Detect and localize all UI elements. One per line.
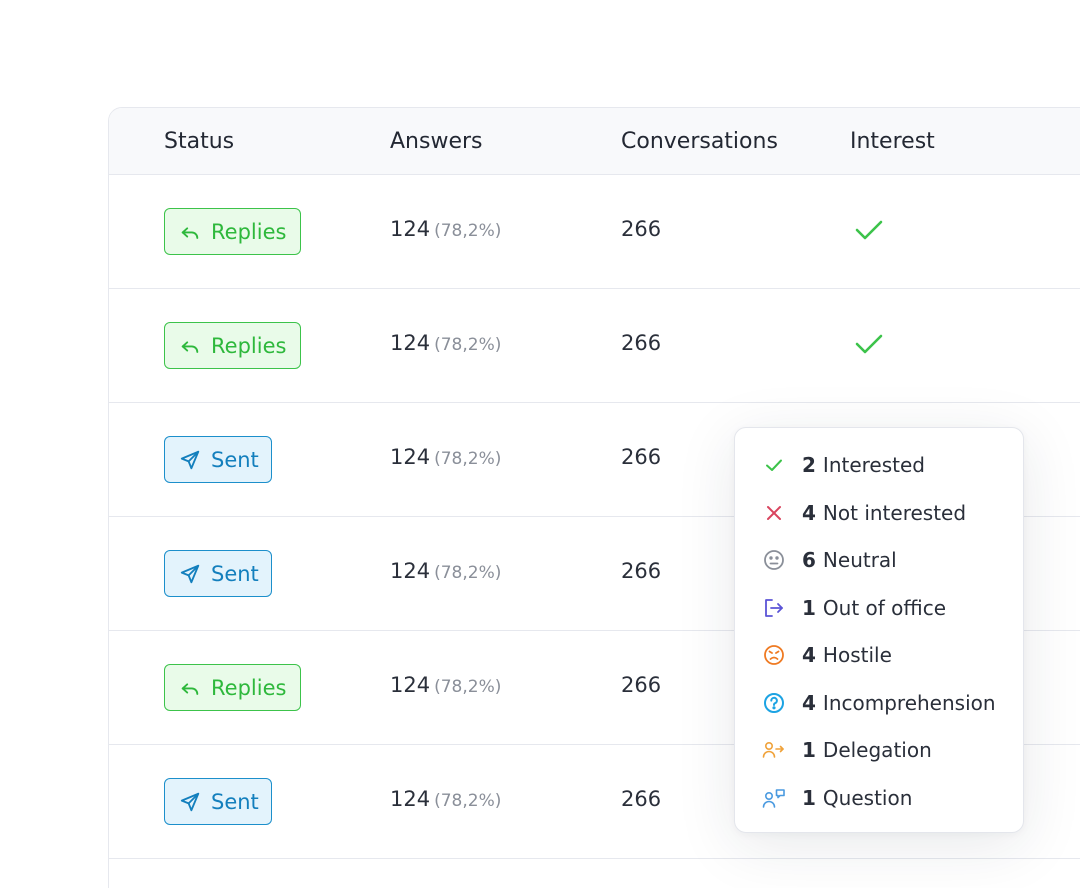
- status-badge-sent[interactable]: Sent: [164, 550, 272, 597]
- table-row[interactable]: Replies 124 (78,2%) 266: [109, 175, 1080, 289]
- x-icon: [762, 501, 786, 525]
- item-count: 6: [802, 548, 816, 572]
- status-label: Sent: [211, 447, 259, 472]
- user-chat-icon: [762, 786, 786, 810]
- conversations-cell: 266: [621, 217, 662, 241]
- item-label: Incomprehension: [822, 691, 996, 715]
- reply-icon: [181, 340, 199, 353]
- column-header-answers[interactable]: Answers: [390, 129, 483, 154]
- popover-item-question[interactable]: 1 Question: [762, 783, 912, 813]
- item-label: Question: [822, 786, 913, 810]
- conversations-cell: 266: [621, 445, 662, 469]
- status-badge-replies[interactable]: Replies: [164, 664, 301, 711]
- column-header-conversations[interactable]: Conversations: [621, 129, 778, 154]
- item-count: 1: [802, 738, 816, 762]
- user-forward-icon: [762, 738, 786, 762]
- logout-icon: [762, 596, 786, 620]
- popover-item-hostile[interactable]: 4 Hostile: [762, 640, 892, 670]
- answers-percent: (78,2%): [434, 449, 502, 469]
- item-label: Out of office: [822, 596, 947, 620]
- status-label: Sent: [211, 561, 259, 586]
- item-label: Neutral: [822, 548, 897, 572]
- question-circle-icon: [762, 691, 786, 715]
- status-badge-replies[interactable]: Replies: [164, 208, 301, 255]
- answers-count: 124: [390, 673, 431, 697]
- answers-percent: (78,2%): [434, 677, 502, 697]
- answers-cell: 124 (78,2%): [390, 559, 501, 583]
- answers-count: 124: [390, 787, 431, 811]
- status-badge-replies[interactable]: Replies: [164, 322, 301, 369]
- status-label: Sent: [211, 789, 259, 814]
- answers-percent: (78,2%): [434, 791, 502, 811]
- answers-cell: 124 (78,2%): [390, 331, 501, 355]
- status-label: Replies: [211, 219, 287, 244]
- item-label: Delegation: [822, 738, 932, 762]
- conversations-cell: 266: [621, 673, 662, 697]
- item-count: 4: [802, 691, 816, 715]
- answers-count: 124: [390, 559, 431, 583]
- interest-check-icon[interactable]: [853, 217, 885, 247]
- check-icon: [762, 453, 786, 477]
- answers-percent: (78,2%): [434, 335, 502, 355]
- column-header-status[interactable]: Status: [164, 129, 234, 154]
- column-header-interest[interactable]: Interest: [850, 129, 935, 154]
- table-row[interactable]: Replies 124 (78,2%) 266: [109, 289, 1080, 403]
- answers-count: 124: [390, 217, 431, 241]
- status-badge-sent[interactable]: Sent: [164, 436, 272, 483]
- popover-item-incomprehension[interactable]: 4 Incomprehension: [762, 688, 996, 718]
- answers-percent: (78,2%): [434, 221, 502, 241]
- answers-cell: 124 (78,2%): [390, 445, 501, 469]
- status-label: Replies: [211, 333, 287, 358]
- item-count: 2: [802, 453, 816, 477]
- answers-percent: (78,2%): [434, 563, 502, 583]
- popover-item-not-interested[interactable]: 4 Not interested: [762, 498, 966, 528]
- item-label: Interested: [822, 453, 925, 477]
- item-count: 4: [802, 643, 816, 667]
- answers-cell: 124 (78,2%): [390, 673, 501, 697]
- angry-face-icon: [762, 643, 786, 667]
- item-label: Hostile: [822, 643, 892, 667]
- item-count: 1: [802, 786, 816, 810]
- status-badge-sent[interactable]: Sent: [164, 778, 272, 825]
- neutral-face-icon: [762, 548, 786, 572]
- send-icon: [180, 450, 200, 469]
- popover-item-neutral[interactable]: 6 Neutral: [762, 545, 897, 575]
- popover-item-out-of-office[interactable]: 1 Out of office: [762, 593, 946, 623]
- send-icon: [180, 792, 200, 811]
- conversations-cell: 266: [621, 331, 662, 355]
- table-header: Status Answers Conversations Interest: [109, 108, 1080, 175]
- conversations-cell: 266: [621, 559, 662, 583]
- item-count: 1: [802, 596, 816, 620]
- reply-icon: [181, 226, 199, 239]
- interest-breakdown-popover: 2 Interested 4 Not interested 6 Neutral …: [734, 427, 1024, 833]
- status-label: Replies: [211, 675, 287, 700]
- answers-cell: 124 (78,2%): [390, 217, 501, 241]
- popover-item-interested[interactable]: 2 Interested: [762, 450, 925, 480]
- item-label: Not interested: [822, 501, 967, 525]
- popover-item-delegation[interactable]: 1 Delegation: [762, 735, 932, 765]
- answers-count: 124: [390, 331, 431, 355]
- item-count: 4: [802, 501, 816, 525]
- interest-check-icon[interactable]: [853, 331, 885, 361]
- reply-icon: [181, 682, 199, 695]
- answers-count: 124: [390, 445, 431, 469]
- answers-cell: 124 (78,2%): [390, 787, 501, 811]
- send-icon: [180, 564, 200, 583]
- conversations-cell: 266: [621, 787, 662, 811]
